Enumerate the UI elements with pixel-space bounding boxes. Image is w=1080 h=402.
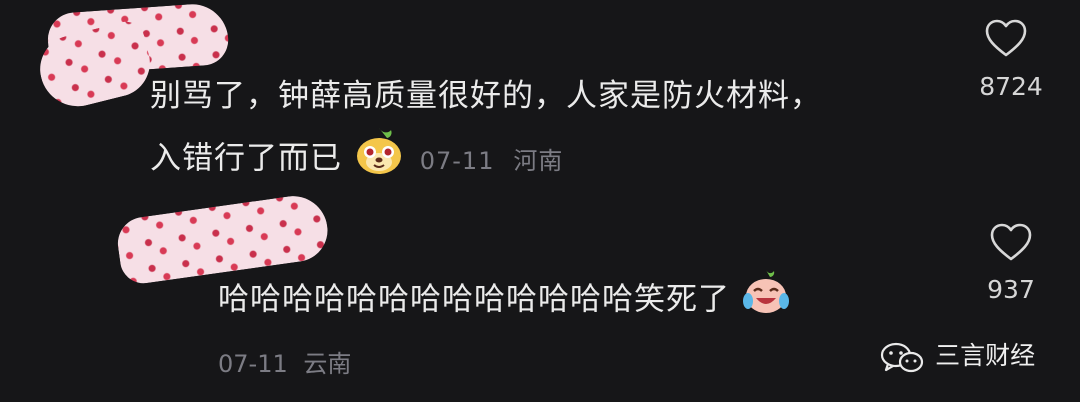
comment-text-line-2: 入错行了而已 07-11 河南 xyxy=(150,126,563,194)
like-button-1[interactable] xyxy=(984,18,1028,62)
wechat-icon xyxy=(880,341,924,379)
comment-text: 入错行了而已 xyxy=(150,140,342,177)
heart-icon[interactable] xyxy=(984,18,1028,58)
laughing-crying-emoji xyxy=(741,268,791,334)
like-button-2[interactable] xyxy=(989,222,1033,266)
reply-meta: 07-11 云南 xyxy=(218,344,351,379)
comment-date: 07-11 xyxy=(419,146,495,175)
heart-icon[interactable] xyxy=(989,222,1033,262)
comment-location: 河南 xyxy=(513,146,564,175)
like-count-1: 8724 xyxy=(979,72,1043,101)
reply-text-line: 哈哈哈哈哈哈哈哈哈哈哈哈哈笑死了 xyxy=(218,268,791,334)
watermark: 三言财经 xyxy=(880,336,1035,379)
like-count-2: 937 xyxy=(987,275,1035,304)
comment-date: 07-11 xyxy=(218,350,288,378)
comment-text-line-1: 别骂了，钟薛高质量很好的，人家是防火材料， xyxy=(150,78,822,114)
comment-text: 哈哈哈哈哈哈哈哈哈哈哈哈哈笑死了 xyxy=(218,281,730,318)
dog-face-emoji xyxy=(353,126,405,194)
watermark-label: 三言财经 xyxy=(935,341,1036,370)
comment-location: 云南 xyxy=(303,350,352,378)
